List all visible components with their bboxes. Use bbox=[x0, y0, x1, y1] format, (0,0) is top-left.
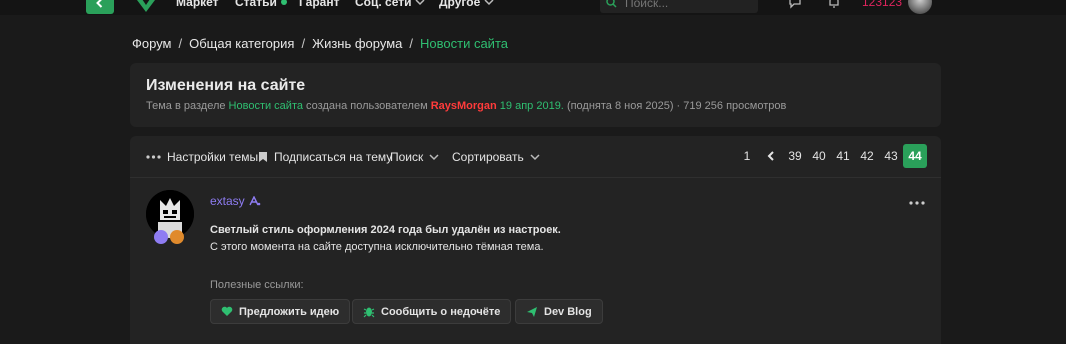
page-link[interactable]: 39 bbox=[783, 144, 807, 168]
sort-button[interactable]: Сортировать bbox=[452, 150, 540, 164]
report-bug-button[interactable]: Сообщить о недочёте bbox=[352, 299, 512, 324]
nav-social[interactable]: Соц. сети bbox=[355, 0, 426, 9]
thread-header: Изменения на сайте Тема в разделе Новост… bbox=[130, 63, 941, 127]
user-avatar[interactable] bbox=[908, 0, 932, 14]
chevron-down-icon bbox=[484, 0, 494, 6]
page-title: Изменения на сайте bbox=[146, 77, 306, 94]
breadcrumb-item[interactable]: Жизнь форума bbox=[312, 36, 402, 51]
avatar-art bbox=[146, 190, 194, 238]
bookmark-icon bbox=[259, 152, 267, 162]
chevron-down-icon bbox=[429, 154, 439, 161]
breadcrumb-separator: / bbox=[409, 36, 414, 51]
page-link[interactable]: 41 bbox=[831, 144, 855, 168]
nav-guarantor[interactable]: Гарант bbox=[299, 0, 339, 9]
achievement-badge-icon bbox=[170, 230, 184, 244]
breadcrumb-current[interactable]: Новости сайта bbox=[420, 36, 508, 51]
post-author-avatar[interactable] bbox=[146, 190, 194, 238]
post-username[interactable]: extasy bbox=[210, 194, 261, 208]
more-dots-icon bbox=[909, 201, 925, 205]
page-link[interactable]: 40 bbox=[807, 144, 831, 168]
breadcrumb-item[interactable]: Форум bbox=[132, 36, 172, 51]
chevron-down-icon bbox=[530, 154, 540, 161]
nav-market[interactable]: Маркет bbox=[176, 0, 219, 9]
page-first[interactable]: 1 bbox=[735, 144, 759, 168]
page-link[interactable]: 42 bbox=[855, 144, 879, 168]
bumped-date: (поднята 8 ноя 2025) bbox=[566, 100, 674, 112]
new-indicator-dot bbox=[280, 0, 287, 5]
created-date: 19 апр 2019. bbox=[499, 100, 564, 112]
thread-settings-button[interactable]: Настройки темы bbox=[146, 150, 258, 164]
post-menu-button[interactable] bbox=[909, 192, 925, 208]
nav-other[interactable]: Другое bbox=[439, 0, 494, 9]
section-link[interactable]: Новости сайта bbox=[229, 100, 303, 112]
subscribe-button[interactable]: Подписаться на тему bbox=[258, 150, 392, 164]
view-count: · 719 256 просмотров bbox=[676, 100, 787, 112]
top-nav: Маркет Статьи Гарант Соц. сети Другое 12… bbox=[0, 0, 1066, 15]
breadcrumb-separator: / bbox=[301, 36, 306, 51]
nav-articles[interactable]: Статьи bbox=[235, 0, 287, 9]
dev-blog-button[interactable]: Dev Blog bbox=[515, 299, 603, 324]
useful-links-label: Полезные ссылки: bbox=[210, 279, 304, 291]
chevron-left-icon bbox=[96, 0, 103, 8]
chevron-down-icon bbox=[415, 0, 426, 6]
bug-icon bbox=[363, 307, 375, 318]
bell-icon[interactable] bbox=[827, 0, 841, 9]
chevron-left-icon bbox=[767, 151, 774, 161]
search-input[interactable] bbox=[625, 0, 745, 10]
page-current[interactable]: 44 bbox=[903, 144, 927, 168]
back-button[interactable] bbox=[86, 0, 114, 14]
page-prev[interactable] bbox=[759, 144, 783, 168]
thread-toolbar: Настройки темы Подписаться на тему Поиск… bbox=[130, 136, 941, 178]
balance[interactable]: 123123 bbox=[862, 0, 902, 9]
search-thread-button[interactable]: Поиск bbox=[390, 150, 439, 164]
chat-icon[interactable] bbox=[788, 0, 802, 9]
pagination: 1 39 40 41 42 43 44 bbox=[735, 144, 927, 168]
search-box[interactable] bbox=[600, 0, 758, 13]
author-link[interactable]: RaysMorgan bbox=[431, 100, 497, 112]
thread-panel: Настройки темы Подписаться на тему Поиск… bbox=[130, 136, 941, 344]
breadcrumb-item[interactable]: Общая категория bbox=[189, 36, 294, 51]
breadcrumb-separator: / bbox=[178, 36, 183, 51]
page-link[interactable]: 43 bbox=[879, 144, 903, 168]
heart-icon bbox=[221, 306, 233, 316]
thread-meta: Тема в разделе Новости сайта создана пол… bbox=[146, 100, 787, 112]
role-badge-icon bbox=[154, 230, 168, 244]
post-line: С этого момента на сайте доступна исключ… bbox=[210, 241, 544, 253]
post-content: Светлый стиль оформления 2024 года был у… bbox=[210, 222, 561, 256]
send-icon bbox=[527, 306, 537, 317]
suggest-idea-button[interactable]: Предложить идею bbox=[210, 299, 351, 324]
site-logo[interactable] bbox=[132, 0, 160, 14]
breadcrumb: Форум / Общая категория / Жизнь форума /… bbox=[132, 36, 508, 51]
post-line: Светлый стиль оформления 2024 года был у… bbox=[210, 224, 561, 236]
more-dots-icon bbox=[146, 155, 161, 159]
search-icon bbox=[606, 0, 617, 8]
verified-icon bbox=[249, 196, 260, 206]
